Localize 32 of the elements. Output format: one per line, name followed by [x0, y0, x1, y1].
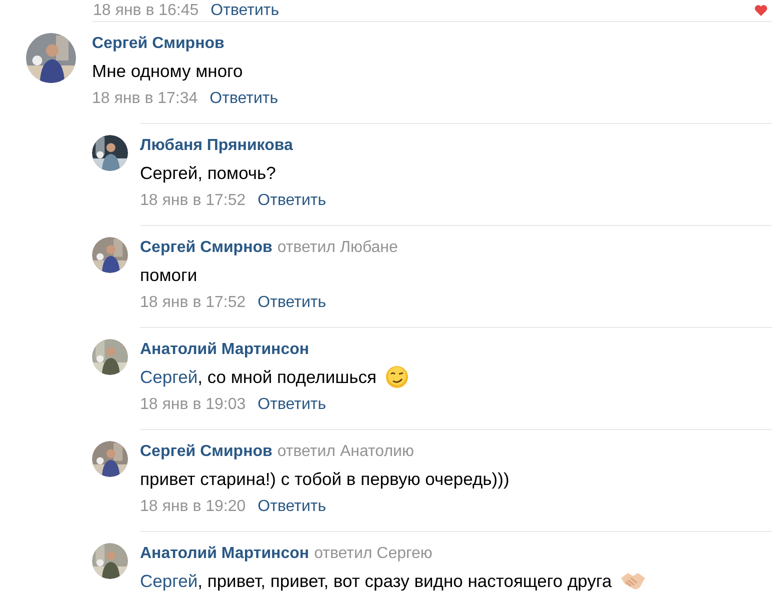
author-name[interactable]: Любаня Пряникова — [140, 137, 293, 154]
comment-date: 18 янв в 17:52 — [140, 191, 246, 211]
wink-emoji-icon — [384, 365, 409, 389]
mention-link[interactable]: Сергей — [140, 571, 198, 591]
comment-date: 18 янв в 19:03 — [140, 395, 246, 415]
author-name[interactable]: Сергей Смирнов — [92, 35, 224, 52]
comment-date: 18 янв в 16:45 — [93, 2, 199, 20]
comment-text: привет старина!) с тобой в первую очередь))) — [140, 468, 510, 491]
comment-date: 18 янв в 17:52 — [140, 293, 246, 313]
author-name[interactable]: Сергей Смирнов — [140, 443, 272, 460]
comment-text: Мне одному много — [92, 60, 243, 83]
reply-link[interactable]: Ответить — [210, 2, 280, 20]
comment-date: 18 янв в 19:20 — [140, 497, 246, 517]
comment-text: помоги — [140, 264, 198, 287]
author-name[interactable]: Сергей Смирнов — [140, 239, 272, 256]
author-name[interactable]: Анатолий Мартинсон — [140, 341, 310, 358]
reply-link[interactable]: Ответить — [258, 391, 326, 419]
mention-link[interactable]: Сергей — [140, 367, 198, 387]
reply-link[interactable]: Ответить — [258, 493, 326, 521]
comment-text: Сергей, со мной поделишься — [140, 366, 377, 389]
heart-icon[interactable] — [754, 4, 768, 17]
reply-link[interactable]: Ответить — [258, 187, 326, 215]
comment-text: Сергей, помочь? — [140, 162, 276, 185]
author-name[interactable]: Анатолий Мартинсон — [140, 545, 310, 562]
comment-date: 18 янв в 17:34 — [92, 89, 198, 109]
reply-link[interactable]: Ответить — [210, 85, 278, 113]
reply-to-label: ответил Сергею — [314, 545, 432, 562]
comment-text: Сергей, привет, привет, вот сразу видно настоящего друга — [140, 570, 612, 593]
reply-link[interactable]: Ответить — [258, 289, 326, 317]
reply-to-label: ответил Любане — [277, 239, 398, 256]
handshake-icon — [620, 570, 646, 592]
reply-to-label: ответил Анатолию — [277, 443, 414, 460]
